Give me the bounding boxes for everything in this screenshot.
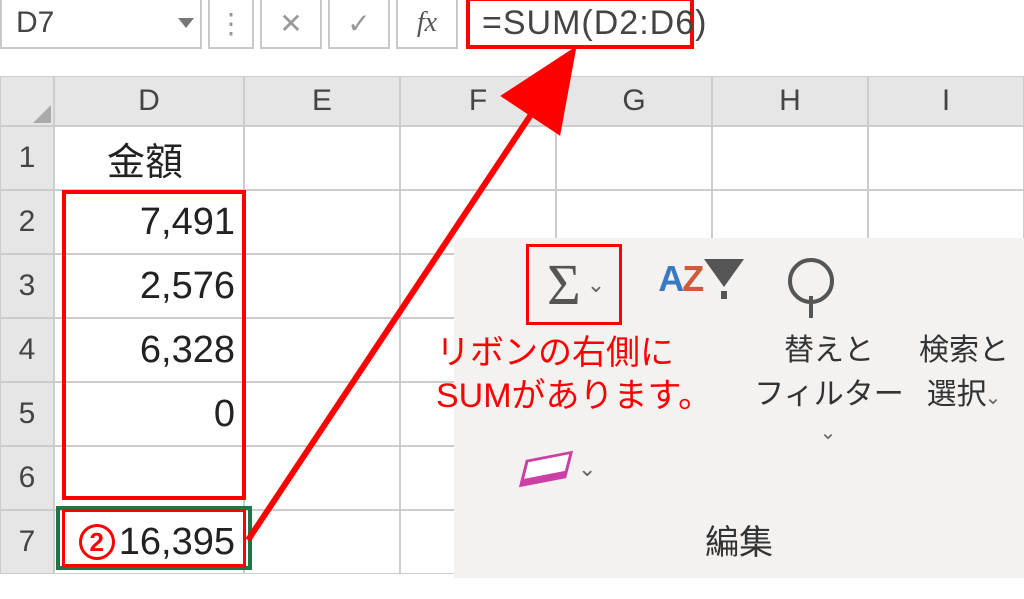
row-header-4[interactable]: 4 [0, 318, 54, 382]
select-all-corner[interactable] [0, 76, 54, 126]
cell-D4[interactable]: 6,328 [54, 318, 244, 382]
chevron-down-icon: ⌄ [578, 456, 596, 482]
col-header-E[interactable]: E [244, 76, 400, 126]
formula-bar: D7 ⋮ ✕ ✓ fx =SUM(D2:D6) [0, 0, 1024, 49]
ribbon-section-label: 編集 [454, 515, 1024, 564]
sort-label-1: 替えと [784, 334, 874, 367]
col-header-D[interactable]: D [54, 76, 244, 126]
col-header-I[interactable]: I [868, 76, 1024, 126]
formula-text: =SUM(D2:D6) [482, 4, 707, 43]
step-badge-2: 2 [79, 524, 115, 560]
cell-D6[interactable] [54, 446, 244, 510]
col-header-G[interactable]: G [556, 76, 712, 126]
annotation-text: リボンの右側に SUMがあります。 [436, 332, 712, 417]
cell-E4[interactable] [244, 318, 400, 382]
sort-filter-button[interactable]: AZ [658, 244, 744, 314]
formula-bar-separator: ⋮ [208, 0, 254, 49]
chevron-down-icon: ⌄ [587, 272, 605, 298]
name-box-dropdown-icon[interactable] [178, 18, 194, 28]
cell-D1[interactable]: 金額 [54, 126, 244, 190]
cell-E6[interactable] [244, 446, 400, 510]
cell-D7-value: 16,395 [119, 521, 235, 564]
row-header-3[interactable]: 3 [0, 254, 54, 318]
cancel-button[interactable]: ✕ [260, 0, 322, 49]
find-label-2: 選択 [927, 378, 987, 411]
formula-input[interactable]: =SUM(D2:D6) [466, 0, 694, 49]
fx-button[interactable]: fx [396, 0, 458, 49]
col-header-H[interactable]: H [712, 76, 868, 126]
cell-D2[interactable]: 7,491 [54, 190, 244, 254]
row-header-2[interactable]: 2 [0, 190, 54, 254]
col-header-F[interactable]: F [400, 76, 556, 126]
cell-G1[interactable] [556, 126, 712, 190]
column-header-row: D E F G H I [0, 76, 1024, 126]
cell-D7[interactable]: 2 16,395 [54, 510, 244, 574]
cell-D5[interactable]: 0 [54, 382, 244, 446]
sort-az-icon: AZ [658, 258, 702, 300]
sort-label-2: フィルター [754, 378, 903, 411]
row-header-7[interactable]: 7 [0, 510, 54, 574]
sigma-icon: Σ [547, 251, 581, 318]
cell-E3[interactable] [244, 254, 400, 318]
cell-E2[interactable] [244, 190, 400, 254]
cell-E1[interactable] [244, 126, 400, 190]
cell-D3[interactable]: 2,576 [54, 254, 244, 318]
name-box[interactable]: D7 [0, 0, 202, 49]
autosum-button[interactable]: Σ ⌄ [526, 244, 622, 325]
find-select-button[interactable] [788, 244, 834, 314]
table-row: 1 金額 [0, 126, 1024, 190]
cell-I1[interactable] [868, 126, 1024, 190]
eraser-icon[interactable] [519, 451, 573, 488]
enter-button[interactable]: ✓ [328, 0, 390, 49]
cell-E7[interactable] [244, 510, 400, 574]
cell-E5[interactable] [244, 382, 400, 446]
funnel-icon [704, 259, 744, 299]
fx-label: fx [417, 7, 437, 39]
row-header-5[interactable]: 5 [0, 382, 54, 446]
cell-H1[interactable] [712, 126, 868, 190]
row-header-1[interactable]: 1 [0, 126, 54, 190]
find-label-1: 検索と [919, 334, 1009, 367]
cell-F1[interactable] [400, 126, 556, 190]
row-header-6[interactable]: 6 [0, 446, 54, 510]
magnifier-icon [788, 258, 834, 304]
name-box-value: D7 [16, 6, 54, 40]
